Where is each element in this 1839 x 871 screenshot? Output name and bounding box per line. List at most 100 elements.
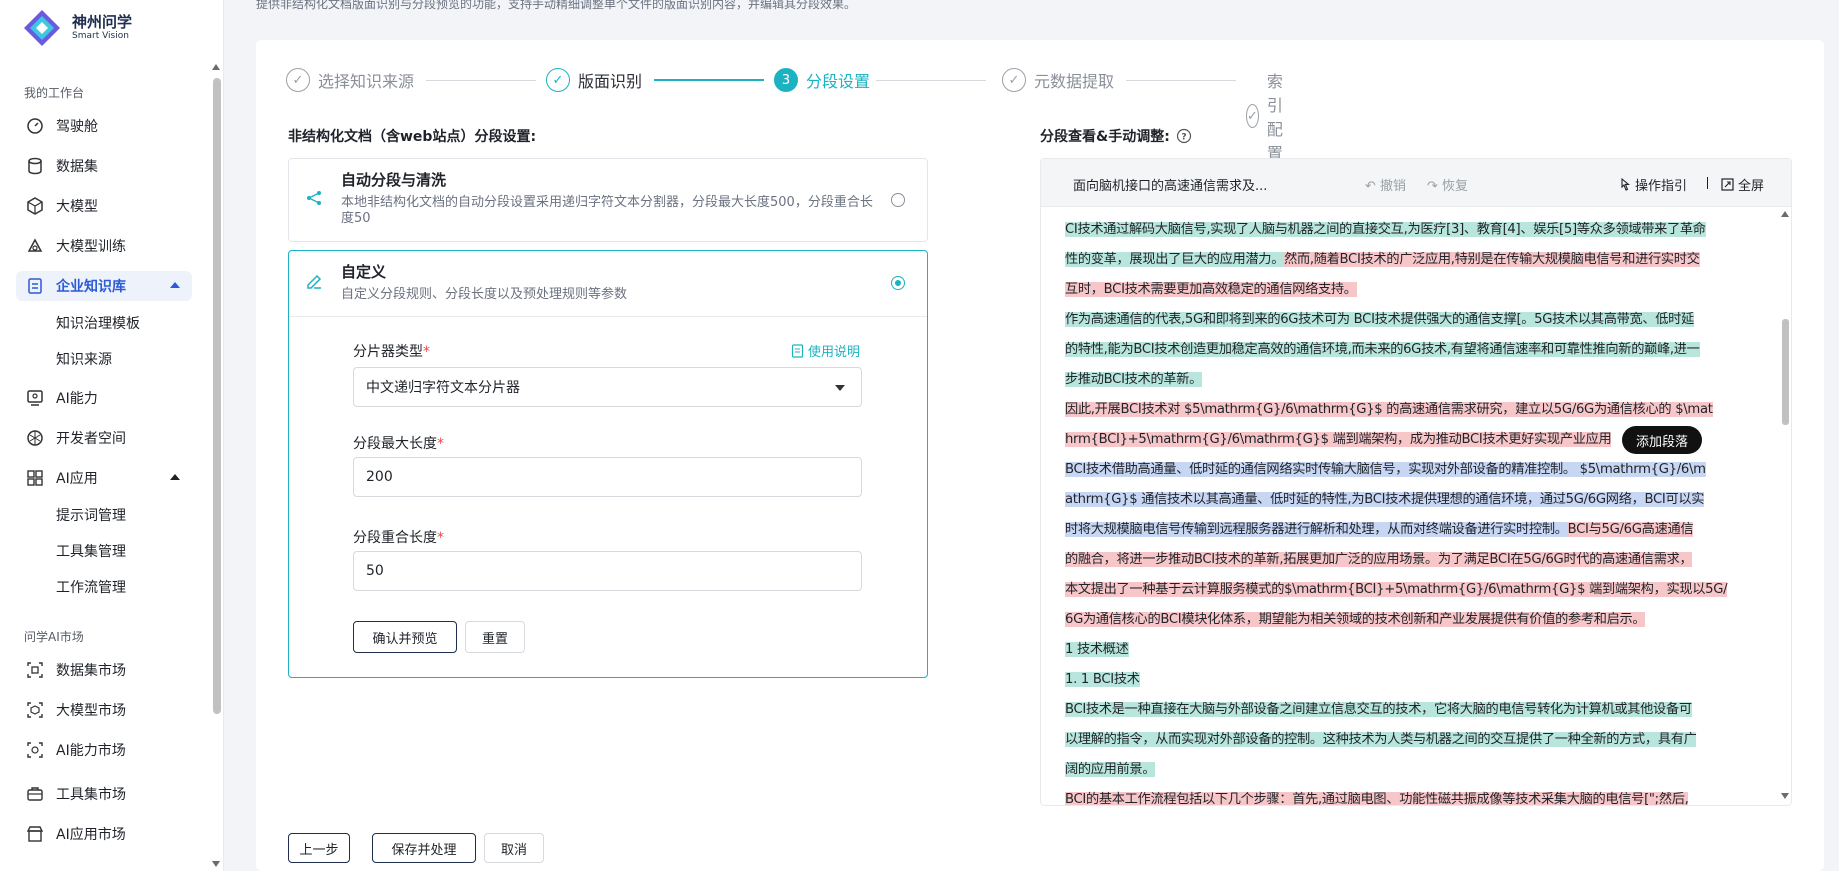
overlap-length-input[interactable]: 50 <box>353 551 862 591</box>
preview-scrollbar[interactable] <box>1779 207 1791 805</box>
prev-step-button[interactable]: 上一步 <box>288 833 350 863</box>
segment-line[interactable]: 本文提出了一种基于云计算服务模式的$\mathrm{BCI}+5\mathrm{… <box>1065 575 1753 605</box>
step-segment-settings[interactable]: 3 分段设置 <box>774 68 870 92</box>
step-index-config[interactable]: ✓ 索引配置 <box>1246 68 1294 164</box>
segment-line[interactable]: 1 技术概述 <box>1065 635 1753 665</box>
confirm-preview-button[interactable]: 确认并预览 <box>353 621 457 653</box>
ai-market-icon <box>27 742 43 758</box>
segment-line[interactable]: 性的变革，展现出了巨大的应用潜力。然而,随着BCI技术的广泛应用,特别是在传输大… <box>1065 245 1753 275</box>
segment-line[interactable]: CI技术通过解码大脑信号,实现了人脑与机器之间的直接交互,为医疗[3]、教育[4… <box>1065 215 1753 245</box>
reset-button[interactable]: 重置 <box>465 621 525 653</box>
sidebar-item-training[interactable]: 大模型训练 <box>16 231 192 261</box>
scroll-up-arrow-icon[interactable] <box>1781 211 1789 217</box>
step-metadata[interactable]: ✓ 元数据提取 <box>1002 68 1114 92</box>
brand-sub: Smart Vision <box>72 31 129 41</box>
scroll-up-arrow-icon[interactable] <box>212 64 220 70</box>
auto-segment-radio[interactable] <box>891 193 905 207</box>
sidebar-item-developer[interactable]: 开发者空间 <box>16 423 192 453</box>
required-mark: * <box>437 436 444 452</box>
sidebar-item-knowledge-base[interactable]: 企业知识库 <box>16 271 192 301</box>
segment-text: 本文提出了一种基于云计算服务模式的$\mathrm{BCI}+5\mathrm{… <box>1065 582 1728 597</box>
sidebar-subitem-toolset[interactable]: 工具集管理 <box>56 541 126 561</box>
sidebar-item-label: 企业知识库 <box>56 279 126 295</box>
guide-label: 操作指引 <box>1635 179 1688 194</box>
redo-button[interactable]: ↷ 恢复 <box>1427 175 1468 194</box>
sidebar-item-toolbox-market[interactable]: 工具集市场 <box>16 779 192 809</box>
segment-line[interactable]: 阔的应用前景。 <box>1065 755 1753 785</box>
undo-label: 撤销 <box>1380 179 1407 194</box>
segment-text: 互时，BCI技术需要更加高效稳定的通信网络支持。 <box>1065 282 1357 297</box>
segment-line[interactable]: 以理解的指令，从而实现对外部设备的控制。这种技术为人类与机器之间的交互提供了一种… <box>1065 725 1753 755</box>
segment-line[interactable]: athrm{G}$ 通信技术以其高通量、低时延的特性,为BCI技术提供理想的通信… <box>1065 485 1753 515</box>
sidebar: 神州问学 Smart Vision 我的工作台 驾驶舱 数据集 大模型 大模型训… <box>0 0 224 871</box>
scroll-thumb[interactable] <box>213 78 221 714</box>
help-icon[interactable]: ? <box>1176 128 1192 144</box>
right-section-title-text: 分段查看&手动调整: <box>1040 129 1170 145</box>
segment-content[interactable]: CI技术通过解码大脑信号,实现了人脑与机器之间的直接交互,为医疗[3]、教育[4… <box>1065 215 1753 806</box>
sidebar-subitem-workflow[interactable]: 工作流管理 <box>56 577 126 597</box>
scroll-down-arrow-icon[interactable] <box>1781 793 1789 799</box>
segment-line[interactable]: 1. 1 BCI技术 <box>1065 665 1753 695</box>
sidebar-scrollbar[interactable] <box>209 56 223 871</box>
fullscreen-button[interactable]: 全屏 <box>1721 175 1764 194</box>
save-process-button[interactable]: 保存并处理 <box>372 833 476 863</box>
sidebar-item-ai-app[interactable]: AI应用 <box>16 463 192 493</box>
sidebar-item-label: 数据集市场 <box>56 663 126 679</box>
cancel-button[interactable]: 取消 <box>484 833 544 863</box>
sidebar-item-model-market[interactable]: 大模型市场 <box>16 695 192 725</box>
custom-segment-radio[interactable] <box>891 276 905 290</box>
sidebar-item-label: AI应用市场 <box>56 827 126 843</box>
scroll-down-arrow-icon[interactable] <box>212 861 220 867</box>
segment-line[interactable]: BCI技术是一种直接在大脑与外部设备之间建立信息交互的技术，它将大脑的电信号转化… <box>1065 695 1753 725</box>
segment-line[interactable]: 6G为通信核心的BCI模块化体系，期望能为相关领域的技术创新和产业发展提供有价值… <box>1065 605 1753 635</box>
segment-line[interactable]: 时将大规模脑电信号传输到远程服务器进行解析和处理，从而对终端设备进行实时控制。B… <box>1065 515 1753 545</box>
usage-guide-link[interactable]: 使用说明 <box>791 341 860 360</box>
add-segment-button[interactable]: 添加段落 <box>1622 426 1702 454</box>
segment-text: 步推动BCI技术的革新。 <box>1065 372 1202 387</box>
sidebar-item-dataset-market[interactable]: 数据集市场 <box>16 655 192 685</box>
custom-segment-option[interactable]: 自定义 自定义分段规则、分段长度以及预处理规则等参数 分片器类型* 使用说明 中… <box>288 250 928 678</box>
sidebar-subitem-prompt[interactable]: 提示词管理 <box>56 505 126 525</box>
sidebar-item-dashboard[interactable]: 驾驶舱 <box>16 111 192 141</box>
check-icon: ✓ <box>546 68 570 92</box>
sidebar-item-label: AI能力市场 <box>56 743 126 759</box>
redo-label: 恢复 <box>1442 179 1469 194</box>
segment-line[interactable]: 的特性,能为BCI技术创造更加稳定高效的通信环境,而未来的6G技术,有望将通信速… <box>1065 335 1753 365</box>
segment-line[interactable]: 互时，BCI技术需要更加高效稳定的通信网络支持。 <box>1065 275 1753 305</box>
sidebar-subitem-governance-template[interactable]: 知识治理模板 <box>56 313 140 333</box>
segment-line[interactable]: BCI的基本工作流程包括以下几个步骤：首先,通过脑电图、功能性磁共振成像等技术采… <box>1065 785 1753 806</box>
segment-text: BCI的基本工作流程包括以下几个步骤：首先,通过脑电图、功能性磁共振成像等技术采… <box>1065 792 1689 806</box>
step-layout-recognition[interactable]: ✓ 版面识别 <box>546 68 642 92</box>
sidebar-item-ai-market[interactable]: AI能力市场 <box>16 735 192 765</box>
cube-icon <box>27 197 43 215</box>
segment-line[interactable]: 作为高速通信的代表,5G和即将到来的6G技术可为 BCI技术提供强大的通信支撑[… <box>1065 305 1753 335</box>
step-label: 索引配置 <box>1266 72 1283 163</box>
sidebar-item-model[interactable]: 大模型 <box>16 191 192 221</box>
guide-button[interactable]: 操作指引 <box>1619 175 1687 194</box>
segment-text: 性的变革，展现出了巨大的应用潜力。 <box>1065 252 1285 267</box>
svg-text:?: ? <box>1181 133 1186 143</box>
segment-text: 的融合，将进一步推动BCI技术的革新,拓展更加广泛的应用场景。为了满足BCI在5… <box>1065 552 1693 567</box>
logo[interactable]: 神州问学 Smart Vision <box>22 8 132 48</box>
step-label: 选择知识来源 <box>318 72 415 91</box>
step-connector <box>1126 80 1236 81</box>
section-workbench: 我的工作台 <box>24 86 85 100</box>
scroll-thumb[interactable] <box>1782 319 1789 425</box>
max-length-input[interactable]: 200 <box>353 457 862 497</box>
step-connector <box>876 80 986 81</box>
sidebar-item-ai-capability[interactable]: AI能力 <box>16 383 192 413</box>
splitter-type-value: 中文递归字符文本分片器 <box>366 380 520 396</box>
sidebar-item-dataset[interactable]: 数据集 <box>16 151 192 181</box>
segment-line[interactable]: BCI技术借助高通量、低时延的通信网络实时传输大脑信号，实现对外部设备的精准控制… <box>1065 455 1753 485</box>
max-length-value: 200 <box>366 469 393 485</box>
segment-line[interactable]: 因此,开展BCI技术对 $5\mathrm{G}/6\mathrm{G}$ 的高… <box>1065 395 1753 425</box>
segment-line[interactable]: 的融合，将进一步推动BCI技术的革新,拓展更加广泛的应用场景。为了满足BCI在5… <box>1065 545 1753 575</box>
sidebar-subitem-knowledge-source[interactable]: 知识来源 <box>56 349 112 369</box>
step-select-source[interactable]: ✓ 选择知识来源 <box>286 68 414 92</box>
sidebar-item-app-market[interactable]: AI应用市场 <box>16 819 192 849</box>
custom-segment-title: 自定义 <box>341 263 387 281</box>
segment-line[interactable]: 步推动BCI技术的革新。 <box>1065 365 1753 395</box>
undo-button[interactable]: ↶ 撤销 <box>1365 175 1406 194</box>
auto-segment-option[interactable]: 自动分段与清洗 本地非结构化文档的自动分段设置采用递归字符文本分割器，分段最大长… <box>288 158 928 242</box>
splitter-type-select[interactable]: 中文递归字符文本分片器 <box>353 367 862 407</box>
